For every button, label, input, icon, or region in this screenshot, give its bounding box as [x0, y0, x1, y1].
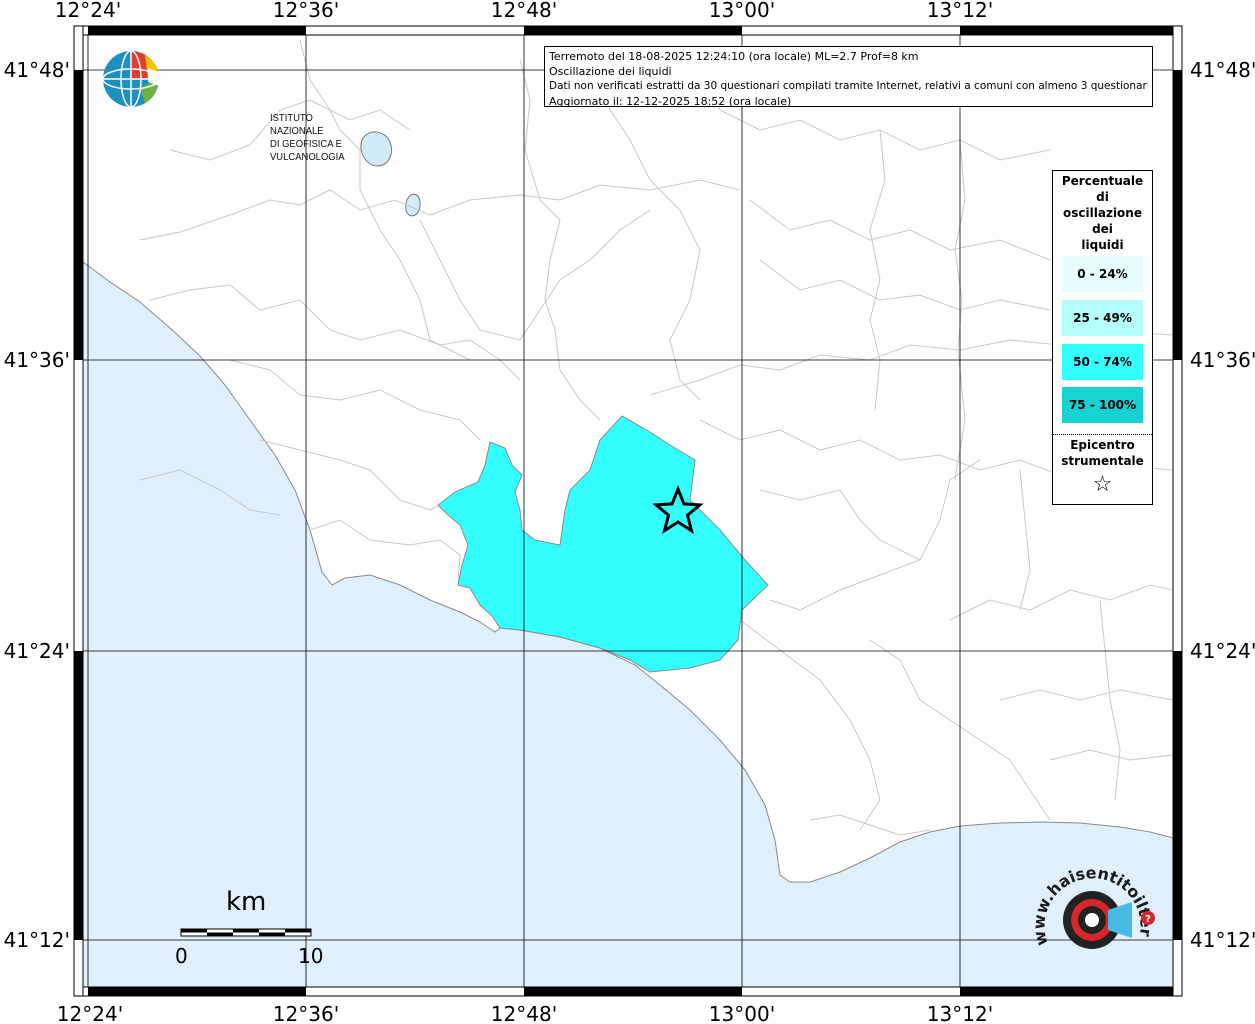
lon-label: 13°12': [927, 1002, 993, 1024]
svg-text:?: ?: [1145, 914, 1151, 925]
legend-title-line: liquidi: [1081, 238, 1124, 252]
event-info-line: Dati non verificati estratti da 30 quest…: [549, 80, 1148, 92]
lat-labels-right: 41°48' 41°36' 41°24' 41°12': [1190, 58, 1255, 952]
legend-title-line: dei: [1092, 222, 1113, 236]
scalebar-unit: km: [226, 887, 267, 917]
legend-separator: [1053, 434, 1152, 435]
legend-title-line: Percentuale: [1061, 174, 1144, 188]
legend-item: 25 - 49%: [1062, 300, 1143, 336]
legend-title: Percentuale di oscillazione dei liquidi: [1053, 173, 1152, 253]
event-info-line: Terremoto del 18-08-2025 12:24:10 (ora l…: [549, 50, 919, 63]
event-info-line: Oscillazione dei liquidi: [549, 65, 672, 78]
ingv-logo-line1: ISTITUTO NAZIONALE: [270, 112, 324, 137]
lat-label: 41°24': [4, 639, 70, 663]
lon-label: 12°24': [55, 0, 121, 22]
scalebar-start: 0: [175, 944, 188, 968]
lat-label: 41°36': [4, 348, 70, 372]
legend-title-line: oscillazione: [1063, 206, 1142, 220]
legend: Percentuale di oscillazione dei liquidi …: [1052, 170, 1153, 505]
legend-epicenter-label: Epicentro strumentale: [1053, 437, 1152, 469]
hst-target-icon: www.haisentitoilterremoto.it ?: [1022, 847, 1156, 949]
legend-item: 50 - 74%: [1062, 344, 1143, 380]
lat-label: 41°48': [1190, 58, 1255, 82]
lat-label: 41°12': [1190, 928, 1255, 952]
lon-labels-top: 12°24' 12°36' 12°48' 13°00' 13°12': [55, 0, 993, 22]
lon-label: 12°48': [491, 0, 557, 22]
lat-label: 41°36': [1190, 348, 1255, 372]
lon-label: 12°48': [491, 1002, 557, 1024]
event-info-line: Aggiornato il: 12-12-2025 18:52 (ora loc…: [549, 95, 792, 108]
lon-labels-bottom: 12°24' 12°36' 12°48' 13°00' 13°12': [57, 1002, 993, 1024]
lon-label: 13°00': [709, 1002, 775, 1024]
lat-label: 41°12': [4, 928, 70, 952]
event-info-box: Terremoto del 18-08-2025 12:24:10 (ora l…: [544, 46, 1153, 108]
ingv-logo: ISTITUTO NAZIONALE DI GEOFISICA E VULCAN…: [100, 48, 345, 163]
lon-label: 13°00': [709, 0, 775, 22]
lat-labels-left: 41°48' 41°36' 41°24' 41°12': [4, 58, 70, 952]
scale-bar: [180, 928, 312, 937]
scalebar-end: 10: [298, 944, 324, 968]
legend-epicenter-line: strumentale: [1061, 454, 1144, 468]
legend-epicenter-line: Epicentro: [1070, 438, 1135, 452]
lon-label: 12°24': [57, 1002, 123, 1024]
legend-item: 75 - 100%: [1062, 387, 1143, 423]
lon-label: 13°12': [927, 0, 993, 22]
ingv-logo-line2: DI GEOFISICA E VULCANOLOGIA: [270, 138, 345, 163]
lat-label: 41°48': [4, 58, 70, 82]
lon-label: 12°36': [273, 0, 339, 22]
legend-star-icon: ☆: [1092, 472, 1113, 497]
lon-label: 12°36': [273, 1002, 339, 1024]
lat-label: 41°24': [1190, 639, 1255, 663]
ingv-globe-icon: [102, 50, 160, 108]
legend-title-line: di: [1096, 190, 1109, 204]
legend-item: 0 - 24%: [1062, 256, 1143, 292]
hst-logo: www.haisentitoilterremoto.it ?: [1022, 847, 1160, 974]
